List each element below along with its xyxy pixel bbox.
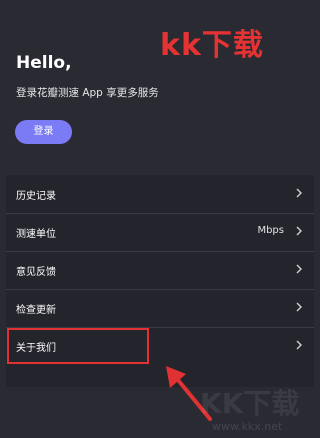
chevron-right-icon [296,226,302,236]
watermark-logo-bottom: KK下载 [200,387,300,420]
menu-item-feedback[interactable]: 意见反馈 [6,251,314,289]
menu-item-check-update[interactable]: 检查更新 [6,289,314,327]
chevron-right-icon [296,188,302,198]
watermark-logo-top: kk下载 [160,28,264,63]
menu-item-speed-unit[interactable]: 测速单位 Mbps [6,213,314,251]
annotation-highlight-box [7,328,149,364]
menu-item-history[interactable]: 历史记录 [6,175,314,213]
divider [6,251,314,252]
menu-item-label: 历史记录 [16,191,56,202]
chevron-right-icon [296,340,302,350]
divider [6,289,314,290]
login-button[interactable]: 登录 [15,120,72,144]
greeting-title: Hello, [16,53,72,73]
divider [6,213,314,214]
menu-item-value: Mbps [257,225,284,236]
menu-item-label: 检查更新 [16,305,56,316]
watermark-url: www.kkx.net [212,420,283,433]
menu-item-label: 测速单位 [16,229,56,240]
login-prompt: 登录花瓣测速 App 享更多服务 [16,87,159,99]
menu-item-label: 意见反馈 [16,267,56,278]
chevron-right-icon [296,264,302,274]
chevron-right-icon [296,302,302,312]
